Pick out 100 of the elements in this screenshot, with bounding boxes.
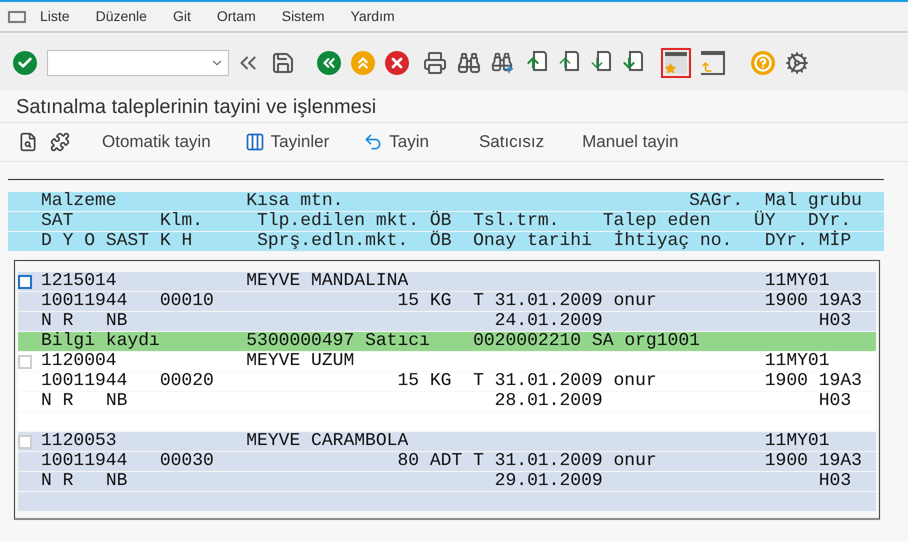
menu-item[interactable]: Ortam	[216, 6, 256, 27]
table-cell: 10011944	[41, 292, 128, 311]
settings-icon[interactable]	[785, 50, 809, 74]
table-cell: 1900	[764, 452, 808, 471]
table-cell: 1120053	[41, 432, 117, 451]
table-cell: Satıcı	[365, 332, 430, 351]
toolbar-button[interactable]: Manuel tayin	[582, 129, 679, 155]
menu-item[interactable]: Yardım	[350, 6, 395, 27]
table-cell: Bilgi kaydı	[41, 332, 160, 351]
search-more-icon[interactable]	[491, 50, 515, 74]
column-header: D	[41, 232, 52, 251]
table-cell: 00010	[160, 292, 214, 311]
table-cell: N	[41, 312, 52, 331]
column-header: Talep eden	[602, 212, 711, 231]
save-icon[interactable]	[271, 50, 295, 74]
table-cell: 1900	[764, 292, 808, 311]
puzzle-icon[interactable]	[50, 132, 70, 152]
toolbar-button[interactable]: Tayin	[363, 129, 429, 155]
column-header: Klm.	[160, 212, 204, 231]
table-cell: onur	[614, 292, 657, 311]
table-cell: R	[62, 472, 74, 491]
column-header: O	[84, 232, 96, 251]
table-cell: 00030	[160, 452, 214, 471]
column-header: Y	[62, 232, 74, 251]
menu-item[interactable]: Düzenle	[96, 6, 147, 27]
column-header: ÖB	[430, 232, 452, 251]
toolbar-button[interactable]: Tayinler	[244, 129, 330, 155]
table-cell: 11MY01	[764, 272, 830, 291]
table-cell: H03	[818, 472, 852, 491]
column-header: Tsl.trm.	[473, 212, 560, 231]
search-icon[interactable]	[457, 50, 481, 74]
column-header: SAST	[106, 232, 150, 251]
table-cell: R	[62, 312, 74, 331]
window-arrow-icon[interactable]	[701, 50, 725, 74]
column-header: SAT	[41, 212, 74, 231]
table-cell: T	[473, 452, 484, 471]
table-cell: 31.01.2009	[494, 292, 603, 311]
table-cell: 11MY01	[764, 432, 830, 451]
table-cell: 10011944	[41, 372, 128, 391]
menu-icon[interactable]	[8, 10, 26, 22]
column-header: H	[181, 232, 192, 251]
table-cell: H03	[818, 312, 852, 331]
table-cell: T	[473, 292, 484, 311]
column-header: ÜY	[754, 212, 776, 231]
menu-item[interactable]: Git	[172, 6, 191, 27]
table-cell: 1215014	[41, 272, 117, 291]
columns-icon	[244, 132, 265, 152]
table-cell: NB	[106, 392, 128, 411]
table-cell: 0020002210	[473, 332, 582, 351]
back-icon[interactable]	[317, 50, 341, 74]
table-cell: H03	[818, 392, 852, 411]
column-header: Mal grubu	[764, 192, 862, 211]
table-cell: 19A3	[818, 292, 862, 311]
table-cell: 5300000497	[246, 332, 354, 351]
table-cell: N	[41, 472, 52, 491]
column-header: MİP	[818, 232, 852, 251]
table-cell: NB	[106, 472, 128, 491]
table-cell: ADT	[430, 452, 462, 471]
table-cell: 10011944	[41, 452, 128, 471]
table-cell: 00020	[160, 372, 214, 391]
table-cell: 15	[397, 372, 420, 391]
table-cell: onur	[614, 372, 657, 391]
column-header: DYr.	[808, 212, 852, 231]
table-cell: MEYVE MANDALINA	[246, 272, 408, 291]
table-cell: SA	[592, 332, 614, 351]
toolbar-button[interactable]: Satıcısız	[478, 129, 544, 155]
print-icon[interactable]	[423, 50, 447, 74]
column-header: İhtiyaç no.	[614, 232, 732, 251]
table-cell: 28.01.2009	[494, 392, 603, 411]
table-cell: 11MY01	[764, 352, 830, 371]
table-cell: R	[62, 392, 74, 411]
list-search-icon[interactable]	[18, 132, 38, 152]
table-cell: 15	[397, 292, 420, 311]
table-cell: KG	[430, 372, 452, 391]
column-header: Malzeme	[41, 192, 117, 211]
cancel-icon[interactable]	[385, 50, 409, 74]
table-cell: 1900	[764, 372, 808, 391]
table-cell: 1120004	[41, 352, 117, 371]
toolbar-button[interactable]: Otomatik tayin	[102, 129, 211, 155]
table-cell: 80	[397, 452, 420, 471]
table-cell: 19A3	[818, 452, 862, 471]
table-cell: 24.01.2009	[494, 312, 603, 331]
table-cell: onur	[614, 452, 657, 471]
table-cell: 31.01.2009	[494, 372, 603, 391]
column-header: Onay tarihi	[473, 232, 592, 251]
menu-item[interactable]: Sistem	[282, 6, 325, 27]
column-header: K	[160, 232, 171, 251]
menu-item[interactable]: Liste	[40, 6, 70, 27]
confirm-icon[interactable]	[13, 50, 37, 74]
table-cell: MEYVE CARAMBOLA	[246, 432, 408, 451]
command-field[interactable]	[47, 50, 229, 76]
table-cell: org1001	[624, 332, 700, 351]
table-cell: N	[41, 392, 52, 411]
table-cell: KG	[430, 292, 452, 311]
table-cell: 19A3	[818, 372, 862, 391]
column-header: SAGr.	[689, 192, 744, 211]
column-header: Kısa mtn.	[246, 192, 344, 211]
column-header: DYr.	[764, 232, 808, 251]
table-cell: 29.01.2009	[494, 472, 603, 491]
column-header: Sprş.edln.mkt.	[257, 232, 408, 251]
